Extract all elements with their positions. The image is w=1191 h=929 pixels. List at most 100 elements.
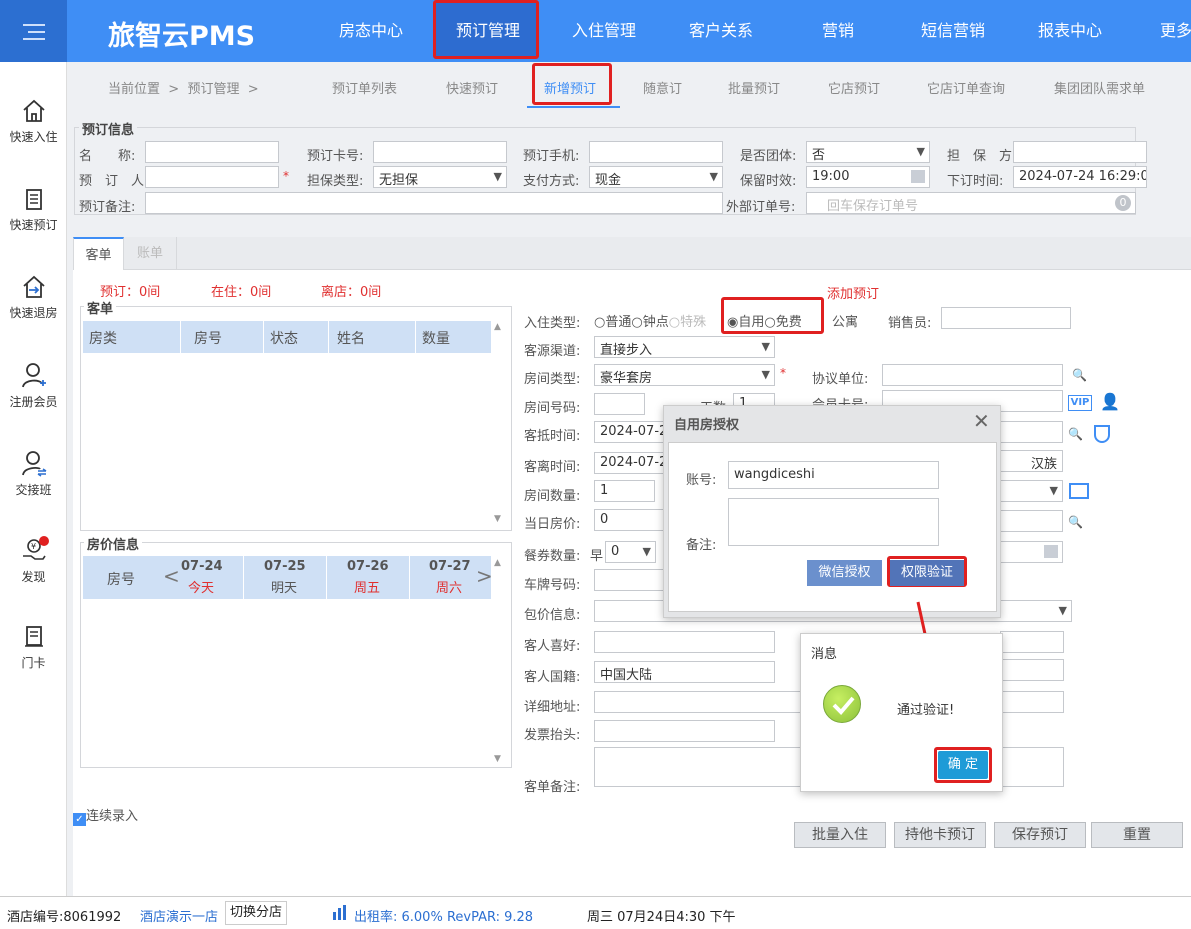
sidebar-shift-handover[interactable]: 交接班 [0, 449, 67, 498]
agreement-label: 协议单位: [812, 372, 869, 387]
id-reader-icon[interactable] [1069, 483, 1089, 499]
channel-select[interactable]: 直接步入 ▼ [594, 336, 775, 358]
search-icon[interactable]: 🔍 [1072, 368, 1087, 382]
room-no-label: 房间号码: [524, 401, 581, 416]
chevron-down-icon: ▼ [761, 340, 770, 353]
sidebar-quick-booking[interactable]: 快速预订 [0, 186, 67, 233]
checkin-type-radios-2[interactable]: ◉自用○免费 [727, 311, 802, 330]
external-order-input[interactable]: 回车保存订单号 0 [806, 192, 1136, 214]
order-time-input[interactable]: 2024-07-24 16:29:0 [1013, 166, 1147, 188]
scroll-up-icon[interactable]: ▲ [494, 322, 501, 332]
chevron-down-icon: ▼ [916, 145, 925, 158]
room-count-input[interactable]: 1 [594, 480, 655, 502]
email-input[interactable] [1000, 631, 1064, 653]
hotel-number: 酒店编号:8061992 [7, 910, 122, 925]
subtab-other-store-booking[interactable]: 它店预订 [828, 78, 880, 97]
success-check-icon [823, 685, 861, 723]
subtab-batch-booking[interactable]: 批量预订 [728, 78, 780, 97]
booker-input[interactable] [145, 166, 279, 188]
subtab-underline [527, 106, 620, 108]
sidebar-register-member[interactable]: 注册会员 [0, 361, 67, 410]
nav-checkin[interactable]: 入住管理 [572, 0, 636, 62]
pay-method-label: 支付方式: [523, 174, 580, 189]
sidebar-quick-checkout[interactable]: 快速退房 [0, 274, 67, 321]
preference-label: 客人喜好: [524, 639, 581, 654]
tab-bill[interactable]: 账单 [124, 237, 177, 270]
shield-icon[interactable] [1094, 425, 1110, 443]
guarantee-type-select[interactable]: 无担保 ▼ [373, 166, 507, 188]
nav-reservation[interactable]: 预订管理 [456, 0, 520, 62]
subtab-other-store-query[interactable]: 它店订单查询 [927, 78, 1005, 97]
auth-remark-label: 备注: [686, 538, 717, 553]
room-no-input[interactable] [594, 393, 645, 415]
checkin-type-radios[interactable]: ○普通○钟点○特殊 [594, 311, 706, 330]
reset-button[interactable]: 重置 [1091, 822, 1183, 848]
document-icon [25, 189, 42, 210]
save-booking-button[interactable]: 保存预订 [994, 822, 1086, 848]
hold-time-input[interactable]: 19:00 [806, 166, 930, 188]
other-card-booking-button[interactable]: 持他卡预订 [894, 822, 986, 848]
nav-room-status[interactable]: 房态中心 [339, 0, 403, 62]
search-icon[interactable]: 🔍 [1068, 515, 1083, 529]
prev-icon[interactable]: < [163, 564, 180, 588]
nav-reports[interactable]: 报表中心 [1038, 0, 1102, 62]
add-booking-link[interactable]: 添加预订 [827, 283, 879, 302]
sidebar-discover[interactable]: ¥ 发现 [0, 536, 67, 585]
subtab-booking-list[interactable]: 预订单列表 [332, 78, 397, 97]
radio-normal: ○普通 [594, 315, 632, 330]
scroll-down-icon[interactable]: ▼ [494, 514, 501, 524]
name-input[interactable] [145, 141, 279, 163]
auth-remark-textarea[interactable] [728, 498, 939, 546]
required-marker: * [780, 366, 786, 380]
hotel-name-link[interactable]: 酒店演示一店 [140, 906, 218, 925]
radio-special: ○特殊 [668, 315, 707, 330]
chevron-down-icon: ▼ [493, 170, 502, 183]
agreement-input[interactable] [882, 364, 1063, 386]
ok-button[interactable]: 确 定 [938, 751, 988, 779]
room-type-select[interactable]: 豪华套房 ▼ [594, 364, 775, 386]
booking-remark-input[interactable] [145, 192, 723, 214]
switch-store-button[interactable]: 切换分店 [225, 901, 288, 925]
nationality-input[interactable]: 中国大陆 [594, 661, 775, 683]
sales-input[interactable] [941, 307, 1071, 329]
app-logo: 旅智云PMS [108, 21, 256, 52]
account-input[interactable]: wangdiceshi [728, 461, 939, 489]
company-input[interactable] [1000, 659, 1064, 681]
external-order-count: 0 [1115, 195, 1131, 211]
permission-verify-button[interactable]: 权限验证 [890, 560, 964, 586]
booking-info-legend: 预订信息 [79, 119, 138, 138]
package-label: 包价信息: [524, 608, 581, 623]
nav-sms[interactable]: 短信营销 [921, 0, 985, 62]
subtab-new-booking[interactable]: 新增预订 [544, 78, 596, 97]
nav-crm[interactable]: 客户关系 [689, 0, 753, 62]
scroll-down-icon[interactable]: ▼ [494, 754, 501, 764]
invoice-input[interactable] [594, 720, 775, 742]
vip-icon[interactable]: VIP [1068, 395, 1092, 411]
breakfast-select[interactable]: 0 ▼ [605, 541, 656, 563]
radio-self-use: ◉自用 [727, 315, 765, 330]
batch-checkin-button[interactable]: 批量入住 [794, 822, 886, 848]
menu-toggle-button[interactable] [0, 0, 67, 62]
subtab-quick-booking[interactable]: 快速预订 [446, 78, 498, 97]
scroll-up-icon[interactable]: ▲ [494, 558, 501, 568]
phone-input[interactable] [589, 141, 723, 163]
wechat-auth-button[interactable]: 微信授权 [807, 560, 882, 586]
continuous-entry[interactable]: ✓ 连续录入 [73, 805, 138, 826]
subtab-free-booking[interactable]: 随意订 [643, 78, 682, 97]
sidebar-door-card[interactable]: 门卡 [0, 624, 67, 671]
nav-more[interactable]: 更多 [1160, 0, 1191, 62]
nav-marketing[interactable]: 营销 [822, 0, 854, 62]
preference-input[interactable] [594, 631, 775, 653]
group-select[interactable]: 否 ▼ [806, 141, 930, 163]
subtab-group-demand[interactable]: 集团团队需求单 [1054, 78, 1145, 97]
card-no-input[interactable] [373, 141, 507, 163]
tab-guest-order[interactable]: 客单 [73, 237, 124, 271]
member-user-icon[interactable]: 👤 [1100, 392, 1120, 411]
radio-apartment[interactable]: 公寓 [832, 311, 858, 330]
pay-method-select[interactable]: 现金 ▼ [589, 166, 723, 188]
search-icon[interactable]: 🔍 [1068, 427, 1083, 441]
close-icon[interactable]: ✕ [973, 409, 990, 433]
next-icon[interactable]: > [476, 564, 493, 588]
sidebar-quick-checkin[interactable]: 快速入住 [0, 98, 67, 145]
guarantor-input[interactable] [1013, 141, 1147, 163]
